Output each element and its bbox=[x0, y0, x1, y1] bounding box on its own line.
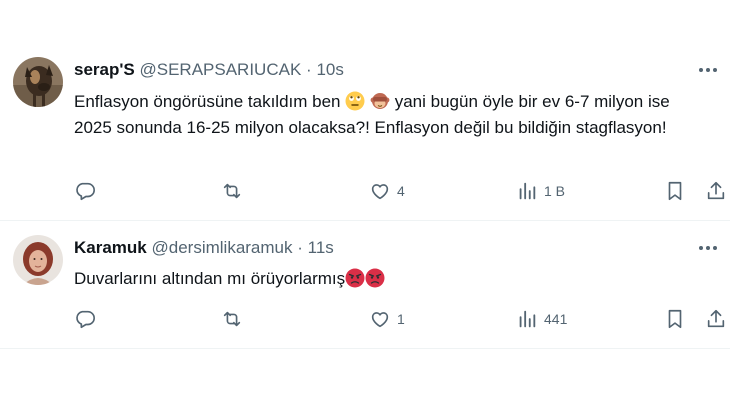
bookmark-button[interactable] bbox=[664, 307, 686, 331]
like-count: 4 bbox=[397, 183, 405, 199]
tweet-header: serap'S @SERAPSARIUCAK · 10s bbox=[74, 60, 344, 80]
separator-dot: · bbox=[306, 60, 312, 79]
views-icon bbox=[519, 182, 536, 200]
like-icon bbox=[371, 312, 389, 328]
tweet-text-part: Duvarlarını altından mı örüyorlarmış bbox=[74, 269, 346, 288]
more-icon[interactable] bbox=[696, 238, 720, 258]
views-button[interactable]: 1 B bbox=[516, 179, 565, 203]
views-button[interactable]: 441 bbox=[516, 307, 567, 331]
avatar[interactable] bbox=[13, 235, 63, 285]
pouting-face-emoji bbox=[345, 268, 365, 288]
tweet-actions: 1 441 bbox=[0, 307, 730, 331]
retweet-icon bbox=[223, 311, 241, 327]
display-name[interactable]: Karamuk bbox=[74, 238, 147, 257]
reply-icon bbox=[76, 182, 95, 201]
share-button[interactable] bbox=[705, 179, 727, 203]
retweet-button[interactable] bbox=[221, 179, 243, 203]
user-handle[interactable]: @dersimlikaramuk bbox=[152, 238, 293, 257]
retweet-button[interactable] bbox=[221, 307, 243, 331]
like-icon bbox=[371, 184, 389, 200]
views-icon bbox=[519, 310, 536, 328]
timestamp[interactable]: 10s bbox=[316, 60, 343, 79]
like-count: 1 bbox=[397, 311, 405, 327]
tweet-text: Enflasyon öngörüsüne takıldım ben yani b… bbox=[74, 89, 710, 141]
dog-avatar-image bbox=[13, 57, 63, 107]
display-name[interactable]: serap'S bbox=[74, 60, 135, 79]
bookmark-icon bbox=[668, 181, 682, 201]
share-button[interactable] bbox=[705, 307, 727, 331]
like-button[interactable]: 4 bbox=[369, 179, 405, 203]
see-no-evil-monkey-emoji bbox=[370, 91, 390, 111]
retweet-icon bbox=[223, 183, 241, 199]
timestamp[interactable]: 11s bbox=[308, 238, 334, 257]
tweet-text: Duvarlarını altından mı örüyorlarmış bbox=[74, 266, 710, 292]
pouting-face-emoji bbox=[365, 268, 385, 288]
woman-avatar-image bbox=[13, 235, 63, 285]
bookmark-button[interactable] bbox=[664, 179, 686, 203]
reply-icon bbox=[76, 310, 95, 329]
tweet-text-part: Enflasyon öngörüsüne takıldım ben bbox=[74, 92, 341, 111]
avatar[interactable] bbox=[13, 57, 63, 107]
face-with-rolling-eyes-emoji bbox=[345, 91, 365, 111]
tweet-actions: 4 1 B bbox=[0, 179, 730, 203]
share-icon bbox=[707, 309, 725, 328]
separator-dot: · bbox=[297, 238, 303, 257]
reply-button[interactable] bbox=[74, 179, 96, 203]
tweet-header: Karamuk @dersimlikaramuk · 11s bbox=[74, 238, 334, 258]
bookmark-icon bbox=[668, 309, 682, 329]
tweet[interactable]: serap'S @SERAPSARIUCAK · 10s Enflasyon ö… bbox=[0, 44, 730, 221]
share-icon bbox=[707, 181, 725, 200]
like-button[interactable]: 1 bbox=[369, 307, 405, 331]
views-count: 1 B bbox=[544, 183, 566, 199]
more-icon[interactable] bbox=[696, 60, 720, 80]
reply-button[interactable] bbox=[74, 307, 96, 331]
user-handle[interactable]: @SERAPSARIUCAK bbox=[139, 60, 301, 79]
tweet[interactable]: Karamuk @dersimlikaramuk · 11s Duvarları… bbox=[0, 220, 730, 349]
views-count: 441 bbox=[544, 311, 568, 327]
timeline: serap'S @SERAPSARIUCAK · 10s Enflasyon ö… bbox=[0, 0, 730, 420]
